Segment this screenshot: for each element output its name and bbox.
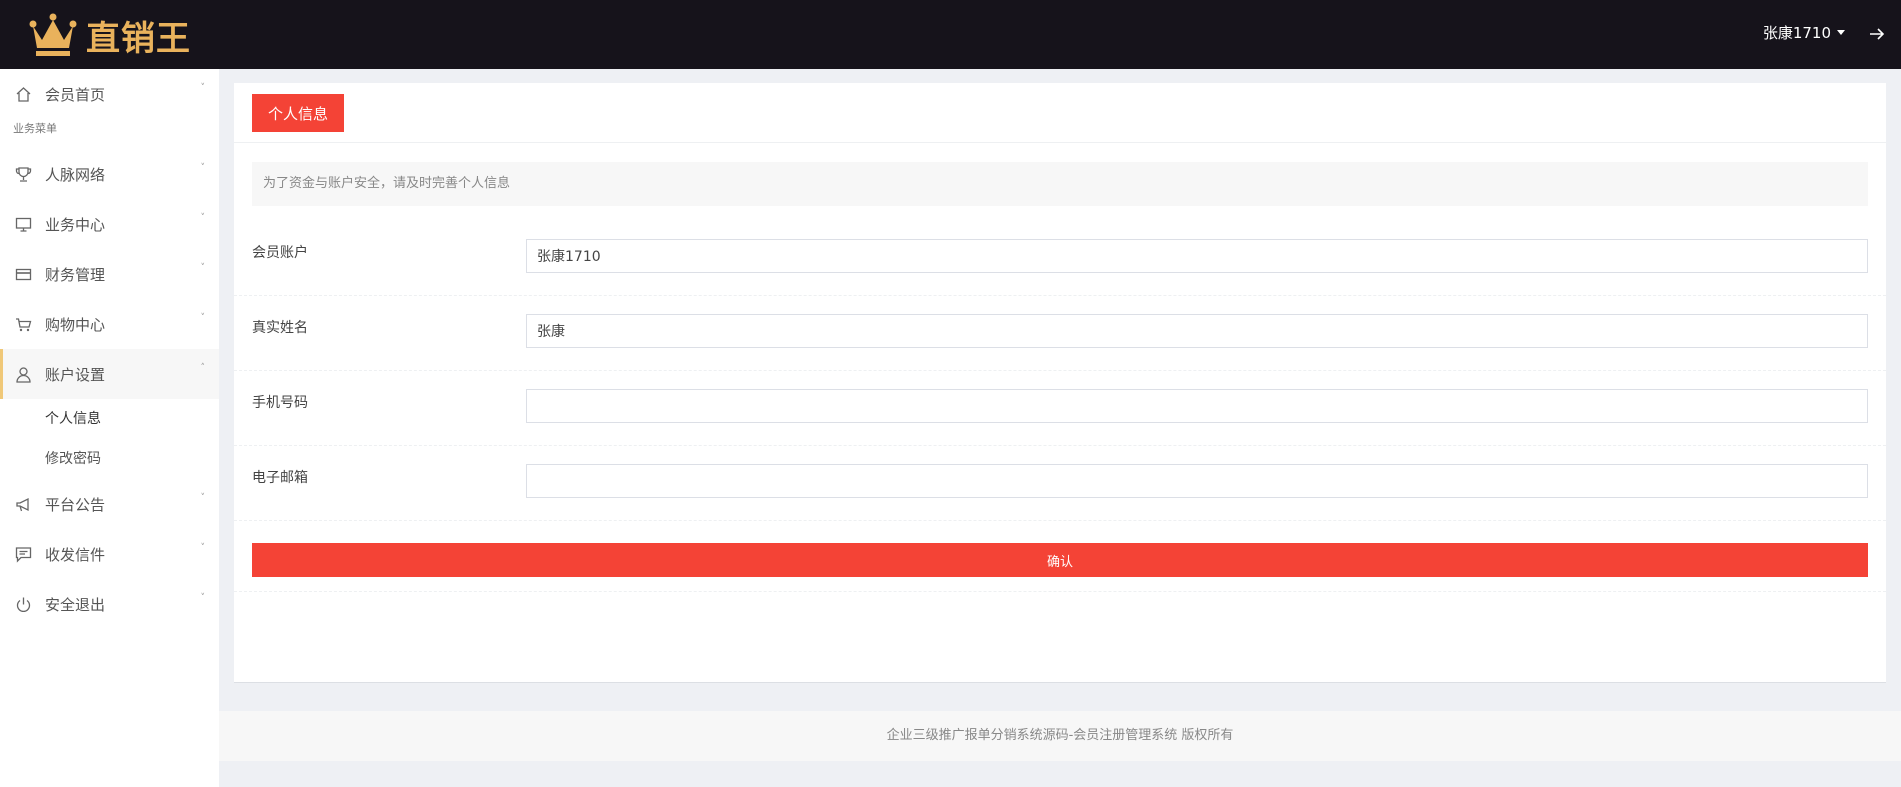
sidebar-item-label: 购物中心 (45, 315, 106, 334)
profile-card: 个人信息 为了资金与账户安全，请及时完善个人信息 会员账户 真实姓名 手机号码 … (234, 83, 1886, 683)
megaphone-icon (15, 496, 32, 513)
chevron-icon: ˅ (200, 593, 206, 603)
sidebar-item-account-settings[interactable]: 账户设置 ˄ (0, 349, 219, 399)
username-label: 张康1710 (1762, 24, 1831, 42)
caret-down-icon (1837, 30, 1845, 35)
user-icon (15, 366, 32, 383)
phone-label: 手机号码 (252, 395, 308, 411)
sidebar-item-network[interactable]: 人脉网络 ˅ (0, 149, 219, 199)
account-label: 会员账户 (252, 245, 308, 261)
sidebar-item-label: 会员首页 (45, 85, 106, 104)
brand-logo[interactable]: 直销王 (28, 10, 191, 60)
email-field[interactable] (526, 464, 1868, 498)
account-field[interactable] (526, 239, 1868, 273)
tab-personal-info[interactable]: 个人信息 (252, 94, 344, 132)
cart-icon (15, 316, 32, 333)
trophy-icon (15, 166, 32, 183)
user-dropdown[interactable]: 张康1710 (1763, 22, 1845, 43)
sidebar-section-label: 业务菜单 (13, 122, 57, 135)
sidebar-item-label: 业务中心 (45, 215, 106, 234)
confirm-button[interactable]: 确认 (252, 543, 1868, 577)
security-notice: 为了资金与账户安全，请及时完善个人信息 (252, 162, 1868, 206)
form-row-phone: 手机号码 (234, 371, 1886, 446)
sidebar-subitem-personal-info[interactable]: 个人信息 (0, 399, 219, 439)
chevron-icon: ˅ (200, 213, 206, 223)
sidebar-item-home[interactable]: 会员首页 ˅ (0, 69, 219, 119)
sidebar-item-label: 安全退出 (45, 595, 106, 614)
sidebar-item-shopping[interactable]: 购物中心 ˅ (0, 299, 219, 349)
brand-name: 直销王 (86, 18, 191, 59)
form-actions: 确认 (234, 516, 1886, 592)
monitor-icon (15, 216, 32, 233)
form-row-email: 电子邮箱 (234, 446, 1886, 521)
sidebar-item-logout[interactable]: 安全退出 ˅ (0, 579, 219, 629)
phone-field[interactable] (526, 389, 1868, 423)
chevron-icon: ˅ (200, 493, 206, 503)
home-icon (15, 86, 32, 103)
form-row-real-name: 真实姓名 (234, 296, 1886, 371)
sidebar-item-business[interactable]: 业务中心 ˅ (0, 199, 219, 249)
sidebar-item-label: 人脉网络 (45, 165, 106, 184)
sidebar-item-finance[interactable]: 财务管理 ˅ (0, 249, 219, 299)
top-header: 直销王 张康1710 (0, 0, 1901, 69)
sign-out-icon[interactable] (1865, 22, 1889, 46)
sidebar-subitem-change-password[interactable]: 修改密码 (0, 439, 219, 479)
power-icon (15, 596, 32, 613)
sidebar-item-label: 财务管理 (45, 265, 106, 284)
message-icon (15, 546, 32, 563)
chevron-icon: ˅ (200, 263, 206, 273)
crown-icon (29, 13, 77, 56)
chevron-icon: ˅ (200, 313, 206, 323)
chevron-up-icon: ˄ (200, 363, 206, 373)
chevron-icon: ˅ (200, 163, 206, 173)
credit-card-icon (15, 266, 32, 283)
sidebar-item-messages[interactable]: 收发信件 ˅ (0, 529, 219, 579)
form-row-account: 会员账户 (234, 221, 1886, 296)
real-name-field[interactable] (526, 314, 1868, 348)
sidebar: 会员首页 ˅ 业务菜单 人脉网络 ˅ 业务中心 ˅ 财务管理 ˅ 购物中心 ˅ (0, 69, 219, 787)
chevron-icon: ˅ (200, 543, 206, 553)
tab-bar: 个人信息 (234, 83, 1886, 143)
email-label: 电子邮箱 (252, 470, 308, 486)
sidebar-item-label: 账户设置 (45, 365, 106, 384)
sidebar-item-label: 收发信件 (45, 545, 106, 564)
sidebar-item-announcements[interactable]: 平台公告 ˅ (0, 479, 219, 529)
chevron-icon: ˅ (200, 83, 206, 93)
sidebar-item-label: 平台公告 (45, 495, 106, 514)
real-name-label: 真实姓名 (252, 320, 308, 336)
footer-copyright: 企业三级推广报单分销系统源码-会员注册管理系统 版权所有 (219, 711, 1901, 761)
